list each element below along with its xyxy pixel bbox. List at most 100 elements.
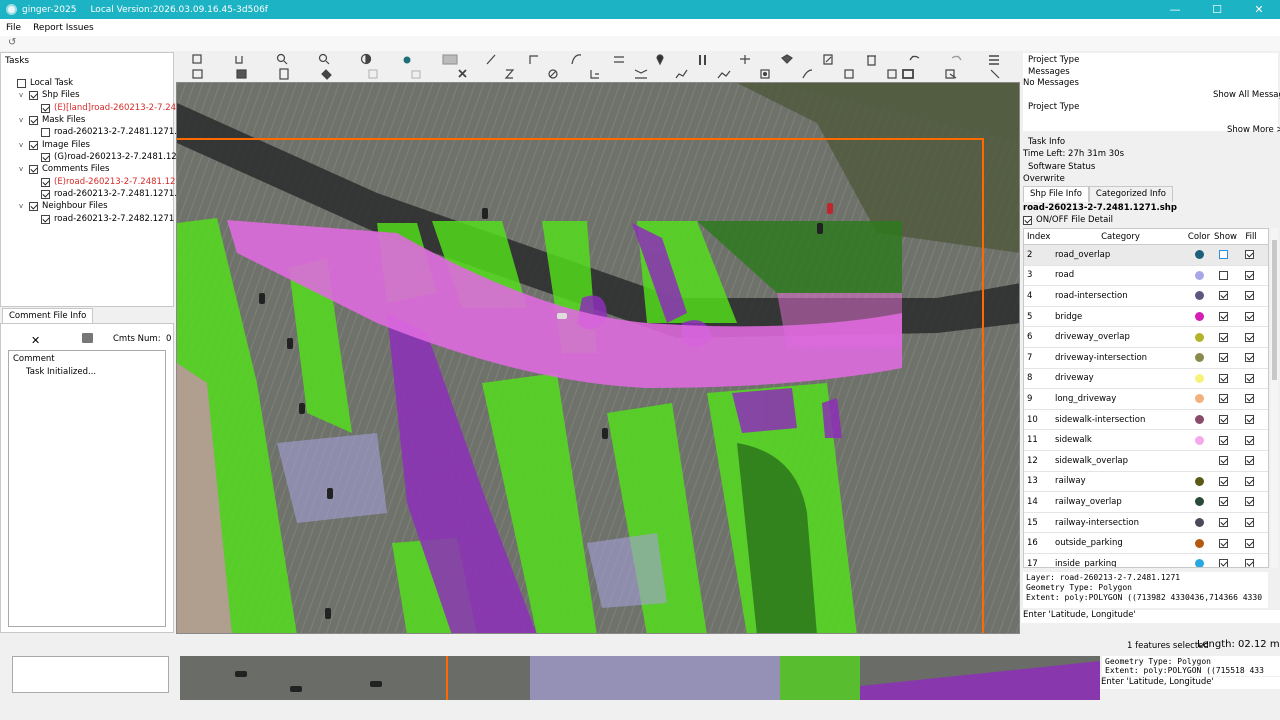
line-tool-icon[interactable] [990, 69, 1000, 79]
color-swatch[interactable] [1194, 250, 1204, 260]
tree-item[interactable]: (E)road-260213-2-7.2481.127... [31, 176, 189, 188]
show-checkbox[interactable] [1219, 518, 1228, 528]
tab-comment-file-info[interactable]: Comment File Info [2, 308, 94, 323]
menu-report-issues[interactable]: Report Issues [27, 23, 100, 33]
color-swatch[interactable] [1194, 538, 1204, 548]
show-checkbox[interactable] [1219, 456, 1228, 466]
fill-checkbox[interactable] [1244, 497, 1254, 507]
fill-checkbox[interactable] [1244, 291, 1254, 301]
tree-checkbox[interactable] [41, 127, 50, 137]
show-all-messages-link[interactable]: Show All Messages [1213, 90, 1280, 100]
tree-checkbox[interactable] [29, 140, 38, 150]
map-canvas[interactable] [176, 82, 1020, 634]
split-icon[interactable] [614, 56, 624, 63]
show-checkbox[interactable] [1219, 394, 1228, 404]
tree-checkbox[interactable] [29, 201, 38, 211]
corner-icon[interactable] [529, 55, 538, 64]
zoom-in-icon[interactable] [276, 53, 286, 63]
tree-item[interactable]: v Neighbour Files [19, 200, 108, 212]
dot-icon[interactable] [403, 56, 411, 64]
tree-item[interactable]: v Image Files [19, 139, 90, 151]
tree-checkbox[interactable] [29, 115, 38, 125]
tab-categorized-info[interactable]: Categorized Info [1088, 186, 1173, 202]
table-row[interactable]: 6 driveway_overlap [1024, 327, 1268, 348]
row-color[interactable] [1186, 435, 1212, 445]
secondary-map[interactable] [180, 656, 1100, 700]
cut-icon[interactable] [699, 55, 706, 65]
show-checkbox[interactable] [1219, 435, 1228, 445]
hand-icon[interactable] [235, 56, 243, 64]
fill-checkbox[interactable] [1244, 538, 1254, 548]
fill-checkbox[interactable] [1244, 312, 1254, 322]
color-swatch[interactable] [1194, 394, 1204, 404]
table-row[interactable]: 11 sidewalk [1024, 430, 1268, 451]
tree-item[interactable]: road-260213-2-7.2482.1271 [31, 213, 174, 225]
row-color[interactable] [1186, 312, 1212, 322]
menu-icon[interactable] [989, 55, 999, 65]
fill-checkbox[interactable] [1244, 373, 1254, 383]
table-row[interactable]: 3 road [1024, 266, 1268, 287]
fill-checkbox[interactable] [1244, 435, 1254, 445]
split-vertical-icon[interactable] [740, 55, 750, 64]
edit-icon[interactable] [823, 54, 833, 65]
show-more-link[interactable]: Show More > > [1227, 125, 1280, 135]
header-show[interactable]: Show [1212, 232, 1239, 242]
table-row[interactable]: 16 outside_parking [1024, 533, 1268, 554]
header-fill[interactable]: Fill [1239, 232, 1263, 242]
row-color[interactable] [1186, 270, 1212, 280]
color-swatch[interactable] [1194, 291, 1204, 301]
row-color[interactable] [1186, 373, 1212, 383]
fill-checkbox[interactable] [1244, 332, 1254, 342]
show-checkbox[interactable] [1219, 497, 1228, 507]
save-icon[interactable] [192, 54, 202, 64]
tree-checkbox[interactable] [41, 189, 50, 199]
header-category[interactable]: Category [1051, 232, 1186, 242]
tree-item[interactable]: (E)[land]road-260213-2-7.248... [31, 102, 190, 114]
table-row[interactable]: 7 driveway-intersection [1024, 348, 1268, 369]
color-swatch[interactable] [1194, 312, 1204, 322]
color-swatch[interactable] [1194, 270, 1204, 280]
show-checkbox[interactable] [1219, 373, 1228, 383]
row-color[interactable] [1186, 415, 1212, 425]
tree-checkbox[interactable] [29, 90, 38, 100]
color-swatch[interactable] [1194, 476, 1204, 486]
redo-icon[interactable] [951, 55, 962, 61]
expander-icon[interactable]: v [19, 91, 27, 99]
color-swatch[interactable] [1194, 518, 1204, 528]
layers-icon[interactable] [192, 69, 203, 79]
row-color[interactable] [1186, 291, 1212, 301]
color-swatch[interactable] [1194, 559, 1204, 567]
image-icon[interactable] [442, 54, 458, 65]
undo-icon[interactable] [909, 55, 920, 61]
layers-square-icon[interactable] [887, 69, 897, 79]
header-index[interactable]: Index [1024, 232, 1051, 242]
table-row[interactable]: 13 railway [1024, 472, 1268, 493]
table-row[interactable]: 15 railway-intersection [1024, 513, 1268, 534]
refresh-icon[interactable]: ↺ [8, 37, 16, 48]
tree-item[interactable]: v Comments Files [19, 163, 109, 175]
zoom-out-icon[interactable] [318, 53, 328, 63]
row-color[interactable] [1186, 538, 1212, 548]
tab-shp-file-info[interactable]: Shp File Info [1023, 186, 1089, 202]
fill-checkbox[interactable] [1244, 456, 1254, 466]
table-scrollbar[interactable] [1271, 228, 1278, 568]
table-row[interactable]: 12 sidewalk_overlap [1024, 451, 1268, 472]
row-color[interactable] [1186, 497, 1212, 507]
join-icon[interactable] [802, 69, 813, 79]
onoff-toggle[interactable]: ON/OFF File Detail [1023, 215, 1113, 225]
table-row[interactable]: 2 road_overlap [1024, 245, 1268, 266]
color-swatch[interactable] [1194, 332, 1204, 342]
show-checkbox[interactable] [1219, 332, 1228, 342]
tree-checkbox[interactable] [41, 152, 50, 162]
table-row[interactable]: 8 driveway [1024, 369, 1268, 390]
row-color[interactable] [1186, 332, 1212, 342]
header-color[interactable]: Color [1186, 232, 1212, 242]
trace-icon[interactable] [675, 69, 688, 79]
photo-icon[interactable] [236, 69, 247, 79]
tree-item[interactable]: Local Task [7, 77, 73, 89]
bend-icon[interactable] [590, 70, 599, 79]
tree-checkbox[interactable] [29, 164, 38, 174]
stamp-icon[interactable] [411, 70, 421, 79]
fill-checkbox[interactable] [1244, 270, 1254, 280]
latlon-input[interactable]: Enter 'Latitude, Longitude' [1021, 610, 1280, 623]
